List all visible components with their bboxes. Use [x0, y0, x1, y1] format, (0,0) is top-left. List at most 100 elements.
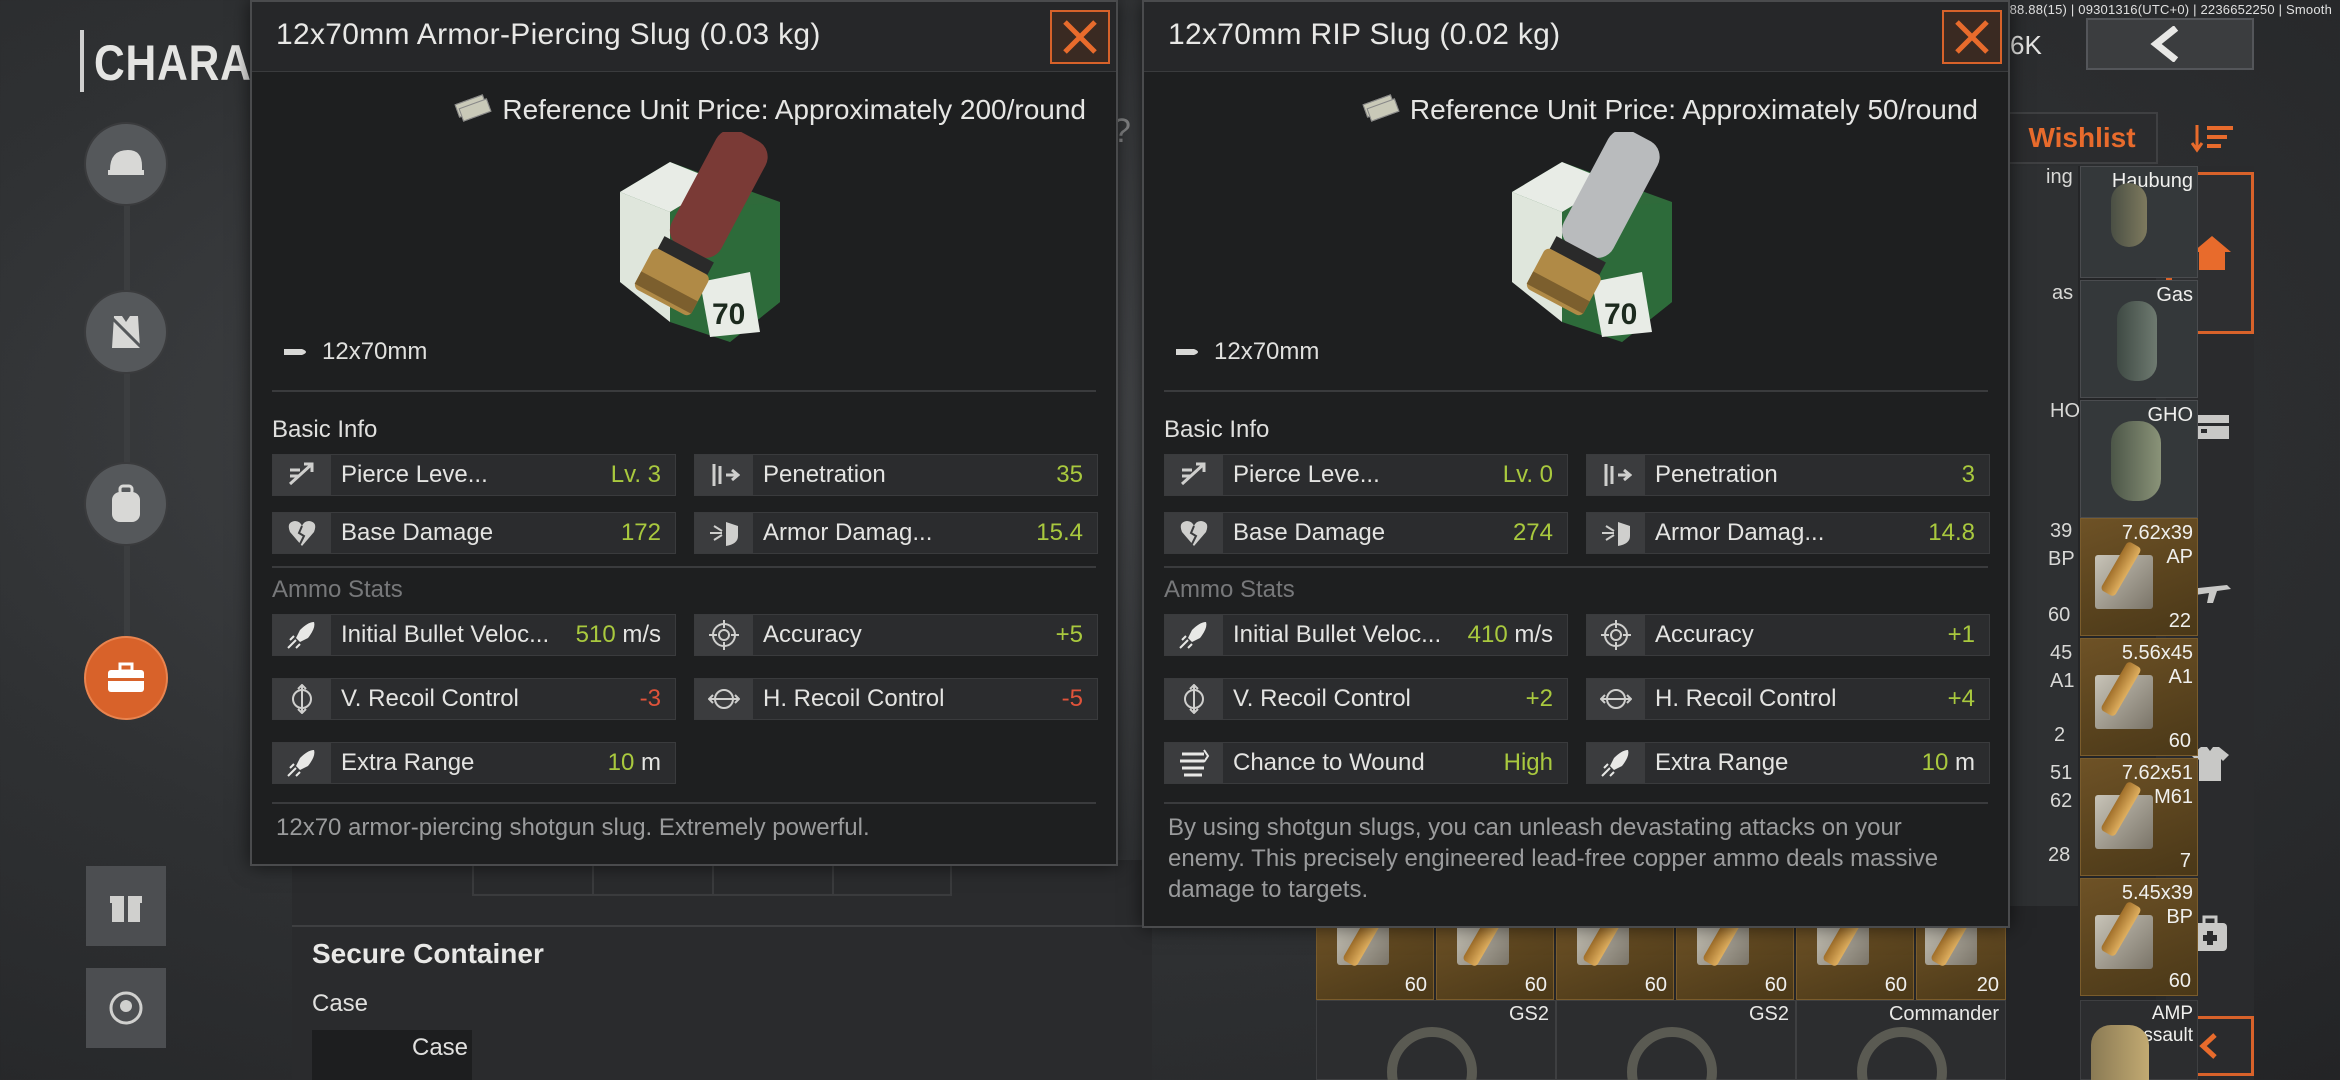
sort-button[interactable]	[2176, 110, 2250, 166]
ammo-box-icon	[2095, 795, 2153, 849]
partial-label: HO	[2050, 400, 2080, 422]
stat-unit: m	[1948, 749, 1975, 776]
inventory-item[interactable]: Haubung	[2080, 166, 2198, 278]
stat-label: Armor Damag...	[1655, 519, 1825, 546]
item-title: 12x70mm Armor-Piercing Slug (0.03 kg)	[276, 18, 821, 51]
divider	[272, 390, 1096, 392]
stat-v-recoil: V. Recoil Control +2	[1164, 678, 1568, 720]
chevron-left-icon	[2199, 1033, 2217, 1059]
stat-label: Base Damage	[1233, 519, 1386, 546]
secure-container-title: Secure Container	[312, 938, 544, 969]
inventory-item[interactable]: 20	[1916, 920, 2006, 1000]
inventory-item[interactable]: 7.62x51 M61 7	[2080, 758, 2198, 876]
side-nav-helmet[interactable]	[84, 122, 168, 206]
inventory-item[interactable]: 7.62x39 AP 22	[2080, 518, 2198, 636]
crosshair-icon	[695, 615, 753, 655]
stat-label: Initial Bullet Veloc...	[341, 621, 550, 648]
character-face-button[interactable]	[86, 968, 166, 1048]
item-description: 12x70 armor-piercing shotgun slug. Extre…	[276, 814, 870, 841]
bullet-velocity-icon	[1165, 615, 1223, 655]
item-count: 60	[1524, 974, 1547, 996]
price-row: Reference Unit Price: Approximately 200/…	[454, 94, 1086, 126]
inventory-item[interactable]: GHO	[2080, 400, 2198, 518]
ammo-box-icon	[1925, 925, 1977, 965]
stat-value: 10 m	[1922, 749, 1989, 777]
stat-value: 410 m/s	[1468, 621, 1567, 649]
inventory-item[interactable]: 60	[1796, 920, 1914, 1000]
basic-info-label: Basic Info	[272, 416, 378, 443]
stat-value: +2	[1525, 685, 1553, 712]
ammo-box-icon	[1577, 925, 1629, 965]
reference-price: Reference Unit Price: Approximately 50/r…	[1409, 94, 1978, 125]
stat-base-damage: Base Damage 172	[272, 512, 676, 554]
shotgun-slug-image: 70	[620, 132, 780, 342]
caliber-label: 12x70mm	[322, 338, 428, 365]
inventory-item[interactable]: GS2	[1316, 1000, 1556, 1080]
back-button[interactable]	[2086, 18, 2254, 70]
stat-value: 35	[1056, 461, 1083, 488]
stat-value: 14.8	[1928, 519, 1975, 546]
item-name: GHO	[2147, 404, 2193, 426]
helmet-icon	[1627, 1027, 1717, 1080]
inventory-item[interactable]: 60	[1556, 920, 1674, 1000]
side-nav-backpack[interactable]	[84, 462, 168, 546]
item-title: 12x70mm RIP Slug (0.02 kg)	[1168, 18, 1561, 51]
pierce-icon	[1165, 455, 1223, 495]
close-button[interactable]	[1050, 10, 1110, 64]
inventory-item[interactable]: 60	[1436, 920, 1554, 1000]
partial-label: BP	[2048, 548, 2075, 570]
penetration-icon	[695, 455, 753, 495]
armor-damage-icon	[1587, 513, 1645, 553]
partial-label: 39	[2050, 520, 2073, 542]
stat-label: Accuracy	[763, 621, 862, 648]
inventory-item[interactable]: GS2	[1556, 1000, 1796, 1080]
stat-base-damage: Base Damage 274	[1164, 512, 1568, 554]
inventory-item[interactable]: 60	[1676, 920, 1794, 1000]
stat-chance-to-wound: Chance to Wound High	[1164, 742, 1568, 784]
item-count: 60	[1884, 974, 1907, 996]
caliber-row: 12x70mm	[1174, 338, 1319, 366]
stat-pierce-level: Pierce Leve... Lv. 3	[272, 454, 676, 496]
stat-h-recoil: H. Recoil Control +4	[1586, 678, 1990, 720]
stat-initial-velocity: Initial Bullet Veloc... 410 m/s	[1164, 614, 1568, 656]
currency-amount: 6K	[2010, 30, 2042, 60]
wishlist-button[interactable]: Wishlist	[2006, 112, 2158, 164]
partial-label: 62	[2050, 790, 2073, 812]
inventory-item[interactable]: Gas	[2080, 280, 2198, 398]
crosshair-icon	[1587, 615, 1645, 655]
inventory-item[interactable]: 5.45x39 BP 60	[2080, 878, 2198, 996]
item-detail-panel: 12x70mm RIP Slug (0.02 kg) Reference Uni…	[1142, 0, 2010, 928]
caliber-row: 12x70mm	[282, 338, 427, 366]
item-count: 60	[1764, 974, 1787, 996]
inventory-item[interactable]: AMP Assault	[2080, 1000, 2198, 1080]
item-count: 60	[2168, 730, 2191, 752]
stat-label: Initial Bullet Veloc...	[1233, 621, 1442, 648]
helmet-icon	[108, 150, 144, 175]
close-icon	[1955, 20, 1989, 54]
broken-heart-icon	[273, 513, 331, 553]
gift-button[interactable]	[86, 866, 166, 946]
ammo-box-icon	[2095, 555, 2153, 609]
stat-label: Pierce Leve...	[1233, 461, 1380, 488]
penetration-icon	[1587, 455, 1645, 495]
gift-icon	[110, 896, 142, 922]
inventory-item[interactable]: Commander	[1796, 1000, 2006, 1080]
stat-armor-damage: Armor Damag... 15.4	[694, 512, 1098, 554]
armor-damage-icon	[695, 513, 753, 553]
svg-text:70: 70	[1604, 298, 1637, 331]
inventory-item[interactable]: 60	[1316, 920, 1434, 1000]
ammo-box-icon	[1817, 925, 1869, 965]
stat-value: Lv. 0	[1502, 461, 1553, 488]
stat-label: Extra Range	[341, 749, 475, 776]
ammo-box-icon	[2095, 915, 2153, 969]
bullet-velocity-icon	[273, 615, 331, 655]
side-nav-vest[interactable]	[84, 290, 168, 374]
stat-penetration: Penetration 35	[694, 454, 1098, 496]
stat-label: Penetration	[1655, 461, 1778, 488]
stat-value: 274	[1512, 519, 1553, 546]
inventory-item[interactable]: 5.56x45 A1 60	[2080, 638, 2198, 756]
wound-icon	[1165, 743, 1223, 783]
side-nav-container[interactable]	[84, 636, 168, 720]
close-button[interactable]	[1942, 10, 2002, 64]
stat-unit: m/s	[1507, 621, 1553, 648]
